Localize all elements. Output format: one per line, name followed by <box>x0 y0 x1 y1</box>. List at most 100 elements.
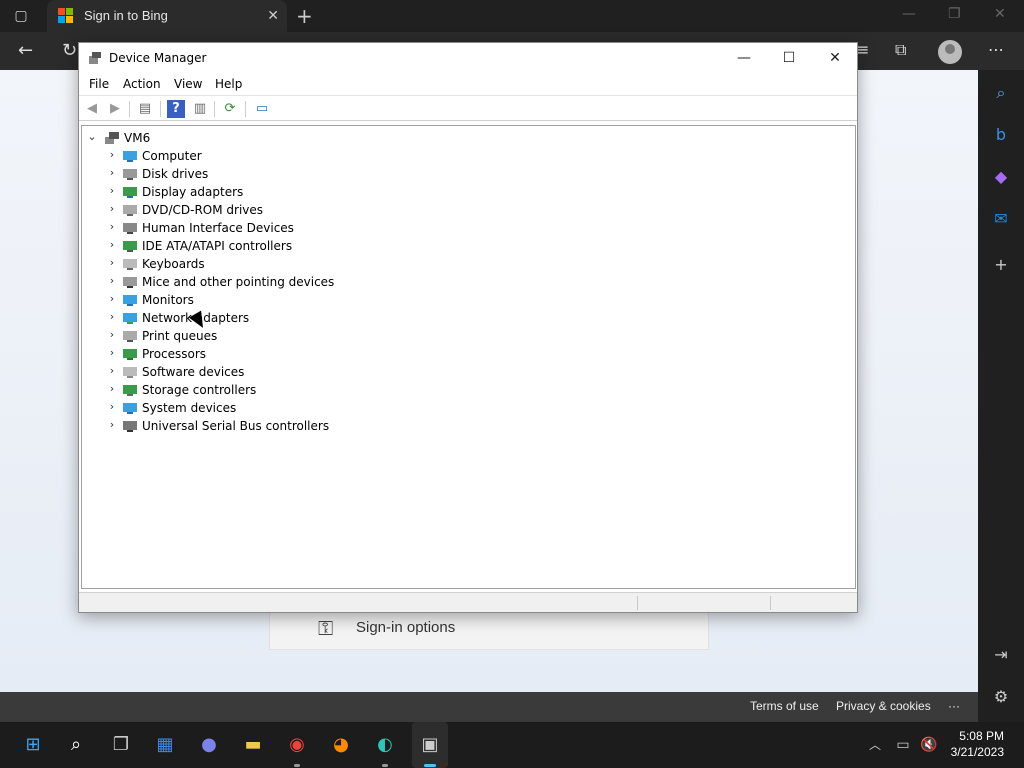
privacy-link[interactable]: Privacy & cookies <box>836 699 931 713</box>
designer-icon[interactable]: ◆ <box>990 166 1012 188</box>
active-indicator <box>424 764 436 767</box>
search-icon[interactable]: ⌕ <box>990 82 1012 104</box>
browser-restore-icon[interactable]: ❐ <box>948 6 961 22</box>
browser-tab[interactable]: Sign in to Bing ✕ <box>47 0 287 32</box>
footer-more-icon[interactable]: ··· <box>948 699 960 713</box>
monitor-icon <box>123 295 137 306</box>
tree-item-label: Universal Serial Bus controllers <box>142 419 330 433</box>
menu-view[interactable]: View <box>174 77 202 91</box>
browser-minimize-icon[interactable]: — <box>902 6 916 22</box>
toolbar-divider <box>245 101 246 117</box>
expand-chevron-icon[interactable]: › <box>106 184 118 197</box>
device-manager-taskbar-icon[interactable]: ▣ <box>417 732 443 758</box>
menu-bar: File Action View Help <box>79 73 857 95</box>
signin-options-label: Sign-in options <box>356 619 456 636</box>
root-label: VM6 <box>124 131 151 145</box>
tab-title: Sign in to Bing <box>84 8 168 23</box>
network-icon[interactable]: ▭ <box>890 732 916 758</box>
widgets-icon[interactable]: ▦ <box>152 732 178 758</box>
running-indicator <box>382 764 388 767</box>
settings-gear-icon[interactable]: ⚙ <box>990 686 1012 708</box>
back-icon[interactable]: ← <box>18 40 33 61</box>
more-options-icon[interactable]: ⋯ <box>988 40 1004 59</box>
expand-chevron-icon[interactable]: › <box>106 220 118 233</box>
tree-item-label: Monitors <box>142 293 194 307</box>
tree-item-label: IDE ATA/ATAPI controllers <box>142 239 293 253</box>
search-taskbar-icon[interactable]: ⌕ <box>63 732 89 758</box>
chat-icon[interactable]: ● <box>196 732 222 758</box>
edge-sidebar: ⌕ b ◆ ✉ + ⇥ ⚙ <box>978 70 1024 722</box>
menu-action[interactable]: Action <box>123 77 161 91</box>
device-tree: ⌄ VM6 › Computer › Disk drives › Display adap… <box>81 125 856 589</box>
tree-item-label: Processors <box>142 347 207 361</box>
firefox-icon[interactable]: ◕ <box>328 732 354 758</box>
clock[interactable]: 5:08 PM 3/21/2023 <box>951 728 1004 760</box>
expand-chevron-icon[interactable]: › <box>106 202 118 215</box>
expand-chevron-icon[interactable]: › <box>106 256 118 269</box>
status-divider <box>770 596 771 610</box>
collapse-chevron-icon[interactable]: ⌄ <box>86 130 98 143</box>
add-icon[interactable]: + <box>990 254 1012 276</box>
sidebar-toggle-icon[interactable]: ⇥ <box>990 644 1012 666</box>
expand-chevron-icon[interactable]: › <box>106 328 118 341</box>
expand-chevron-icon[interactable]: › <box>106 166 118 179</box>
browser-close-icon[interactable]: ✕ <box>994 6 1006 22</box>
expand-chevron-icon[interactable]: › <box>106 382 118 395</box>
dvd-drive-icon <box>123 205 137 216</box>
bing-icon[interactable]: b <box>990 124 1012 146</box>
file-explorer-icon[interactable]: ▬ <box>240 732 266 758</box>
profile-avatar[interactable] <box>938 40 962 64</box>
tree-item-label: Storage controllers <box>142 383 257 397</box>
forward-arrow-icon[interactable]: ▶ <box>106 100 124 118</box>
device-manager-icon <box>89 52 101 64</box>
refresh-icon[interactable]: ↻ <box>62 40 77 61</box>
display-adapter-icon <box>123 187 137 198</box>
software-device-icon <box>123 367 137 378</box>
window-title: Device Manager <box>109 51 207 65</box>
expand-chevron-icon[interactable]: › <box>106 346 118 359</box>
help-icon[interactable]: ? <box>167 100 185 118</box>
expand-chevron-icon[interactable]: › <box>106 292 118 305</box>
tab-actions-icon[interactable]: ▢ <box>12 7 30 25</box>
new-tab-icon[interactable]: + <box>296 4 313 28</box>
show-hide-console-tree-icon[interactable]: ▤ <box>136 100 154 118</box>
maximize-icon[interactable]: ☐ <box>774 47 804 69</box>
back-arrow-icon[interactable]: ◀ <box>83 100 101 118</box>
expand-chevron-icon[interactable]: › <box>106 274 118 287</box>
tree-item-label: Computer <box>142 149 202 163</box>
properties-icon[interactable]: ▥ <box>191 100 209 118</box>
volume-muted-icon[interactable]: 🔇 <box>916 732 942 758</box>
processor-icon <box>123 349 137 360</box>
chrome-icon[interactable]: ◉ <box>284 732 310 758</box>
printer-icon <box>123 331 137 342</box>
disk-drive-icon <box>123 169 137 180</box>
start-windows-icon[interactable]: ⊞ <box>20 732 46 758</box>
expand-chevron-icon[interactable]: › <box>106 418 118 431</box>
outlook-icon[interactable]: ✉ <box>990 208 1012 230</box>
tree-item-label: Display adapters <box>142 185 244 199</box>
task-view-icon[interactable]: ❐ <box>108 732 134 758</box>
minimize-icon[interactable]: — <box>729 47 759 69</box>
expand-chevron-icon[interactable]: › <box>106 400 118 413</box>
favorites-icon[interactable]: ≡ <box>856 40 869 59</box>
microsoft-logo-icon <box>58 8 73 23</box>
expand-chevron-icon[interactable]: › <box>106 364 118 377</box>
tab-close-icon[interactable]: ✕ <box>267 8 279 24</box>
collections-icon[interactable]: ⧉ <box>895 40 906 60</box>
terms-link[interactable]: Terms of use <box>750 699 819 713</box>
computer-view-icon[interactable]: ▭ <box>253 100 271 118</box>
page-footer: Terms of use Privacy & cookies ··· <box>0 692 978 722</box>
toolbar-divider <box>160 101 161 117</box>
expand-chevron-icon[interactable]: › <box>106 148 118 161</box>
close-icon[interactable]: ✕ <box>820 47 850 69</box>
expand-chevron-icon[interactable]: › <box>106 310 118 323</box>
expand-chevron-icon[interactable]: › <box>106 238 118 251</box>
device-manager-titlebar[interactable]: Device Manager — ☐ ✕ <box>79 43 857 73</box>
tree-item-label: Software devices <box>142 365 245 379</box>
menu-file[interactable]: File <box>89 77 109 91</box>
edge-icon[interactable]: ◐ <box>372 732 398 758</box>
menu-help[interactable]: Help <box>215 77 242 91</box>
tray-chevron-icon[interactable]: ︿ <box>862 732 888 758</box>
clock-date: 3/21/2023 <box>950 745 1004 759</box>
scan-hardware-icon[interactable]: ⟳ <box>221 100 239 118</box>
